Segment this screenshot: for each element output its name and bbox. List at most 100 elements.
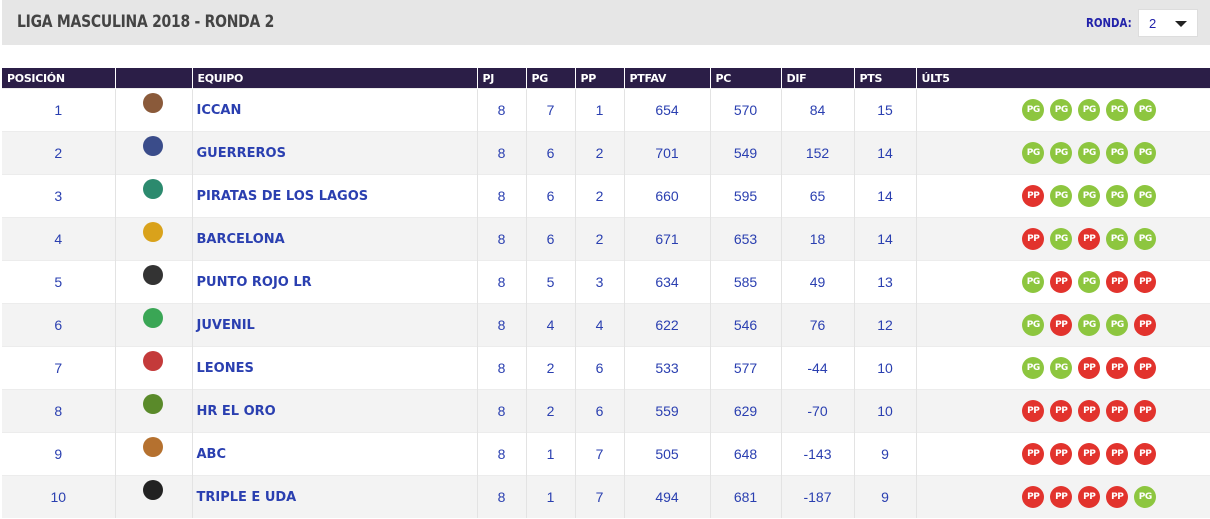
pj-cell: 8: [477, 217, 527, 261]
result-badge: PP: [1022, 400, 1045, 422]
team-logo-cell[interactable]: [115, 432, 193, 476]
result-badge: PP: [1078, 443, 1101, 465]
result-badge: PP: [1106, 400, 1129, 422]
team-name-link[interactable]: LEONES: [192, 346, 478, 390]
guerreros-logo-icon[interactable]: [142, 136, 163, 156]
page-title: LIGA MASCULINA 2018 - RONDA 2: [17, 12, 275, 32]
col-header-logo: [115, 68, 193, 89]
ptfav-cell: 505: [624, 432, 711, 476]
pp-cell: 2: [575, 217, 625, 261]
ronda-select[interactable]: 2: [1138, 9, 1198, 37]
piratas-logo-icon[interactable]: [142, 179, 163, 199]
team-name-link[interactable]: HR EL ORO: [192, 389, 478, 433]
team-name-link[interactable]: GUERREROS: [192, 131, 478, 175]
table-row[interactable]: 10 TRIPLE E UDA 8 1 7 494 681 -187 9 PP PP PP PP PG: [2, 475, 1210, 518]
pts-cell: 14: [854, 174, 917, 218]
pc-cell: 653: [710, 217, 782, 261]
result-badge: PP: [1078, 400, 1101, 422]
last5-badges: PP PP PP PP PP: [917, 443, 1210, 465]
result-badge: PG: [1106, 99, 1129, 121]
result-badge: PG: [1134, 99, 1157, 121]
col-header-posicion[interactable]: POSICIÓN: [2, 68, 116, 89]
pc-cell: 549: [710, 131, 782, 175]
table-row[interactable]: 9 ABC 8 1 7 505 648 -143 9 PP PP PP PP PP: [2, 432, 1210, 476]
result-badge: PP: [1106, 271, 1129, 293]
col-header-ult5[interactable]: ÚLT5: [916, 68, 1210, 89]
team-name-link[interactable]: ICCAN: [192, 88, 478, 132]
pj-cell: 8: [477, 303, 527, 347]
pts-cell: 15: [854, 88, 917, 132]
result-badge: PG: [1050, 357, 1073, 379]
col-header-pp[interactable]: PP: [575, 68, 625, 89]
team-logo-cell[interactable]: [115, 389, 193, 433]
col-header-pj[interactable]: PJ: [477, 68, 527, 89]
table-row[interactable]: 7 LEONES 8 2 6 533 577 -44 10 PG PG PP PP PP: [2, 346, 1210, 390]
pc-cell: 585: [710, 260, 782, 304]
triple-e-logo-icon[interactable]: [142, 480, 163, 500]
table-row[interactable]: 6 JUVENIL 8 4 4 622 546 76 12 PG PP PG PG PP: [2, 303, 1210, 347]
last5-badges: PG PG PG PG PG: [917, 99, 1210, 121]
iccan-logo-icon[interactable]: [142, 93, 163, 113]
pp-cell: 2: [575, 174, 625, 218]
col-header-pg[interactable]: PG: [526, 68, 576, 89]
result-badge: PG: [1022, 314, 1045, 336]
ronda-select-value: 2: [1149, 16, 1157, 31]
col-header-equipo[interactable]: EQUIPO: [192, 68, 478, 89]
pp-cell: 6: [575, 389, 625, 433]
result-badge: PG: [1078, 185, 1101, 207]
ptfav-cell: 494: [624, 475, 711, 518]
table-row[interactable]: 4 BARCELONA 8 6 2 671 653 18 14 PP PG PP PG PG: [2, 217, 1210, 261]
col-header-pc[interactable]: PC: [710, 68, 782, 89]
col-header-dif[interactable]: DIF: [781, 68, 855, 89]
team-logo-cell[interactable]: [115, 217, 193, 261]
pj-cell: 8: [477, 432, 527, 476]
team-logo-cell[interactable]: [115, 260, 193, 304]
juvenil-logo-icon[interactable]: [142, 308, 163, 328]
table-row[interactable]: 2 GUERREROS 8 6 2 701 549 152 14 PG PG PG PG PG: [2, 131, 1210, 175]
last5-badges: PP PG PG PG PG: [917, 185, 1210, 207]
position-cell: 10: [2, 475, 116, 518]
result-badge: PG: [1078, 271, 1101, 293]
team-name-link[interactable]: PUNTO ROJO LR: [192, 260, 478, 304]
team-logo-cell[interactable]: [115, 475, 193, 518]
result-badge: PG: [1022, 271, 1045, 293]
leones-logo-icon[interactable]: [142, 351, 163, 371]
pg-cell: 2: [526, 346, 576, 390]
result-badge: PP: [1134, 357, 1157, 379]
team-name-link[interactable]: TRIPLE E UDA: [192, 475, 478, 518]
pc-cell: 570: [710, 88, 782, 132]
team-logo-cell[interactable]: [115, 131, 193, 175]
result-badge: PG: [1022, 99, 1045, 121]
table-row[interactable]: 8 HR EL ORO 8 2 6 559 629 -70 10 PP PP PP PP PP: [2, 389, 1210, 433]
team-logo-cell[interactable]: [115, 88, 193, 132]
hr-el-oro-logo-icon[interactable]: [142, 394, 163, 414]
result-badge: PG: [1050, 99, 1073, 121]
ptfav-cell: 533: [624, 346, 711, 390]
table-row[interactable]: 1 ICCAN 8 7 1 654 570 84 15 PG PG PG PG PG: [2, 88, 1210, 132]
result-badge: PP: [1050, 443, 1073, 465]
abc-logo-icon[interactable]: [142, 437, 163, 457]
result-badge: PP: [1078, 357, 1101, 379]
barcelona-logo-icon[interactable]: [142, 222, 163, 242]
result-badge: PP: [1050, 486, 1073, 508]
pp-cell: 4: [575, 303, 625, 347]
pts-cell: 12: [854, 303, 917, 347]
team-logo-cell[interactable]: [115, 303, 193, 347]
pp-cell: 6: [575, 346, 625, 390]
ptfav-cell: 634: [624, 260, 711, 304]
col-header-pts[interactable]: PTS: [854, 68, 917, 89]
col-header-ptfav[interactable]: PTFAV: [624, 68, 711, 89]
table-row[interactable]: 3 PIRATAS DE LOS LAGOS 8 6 2 660 595 65 14 PP PG PG…: [2, 174, 1210, 218]
ptfav-cell: 671: [624, 217, 711, 261]
result-badge: PG: [1106, 314, 1129, 336]
team-logo-cell[interactable]: [115, 174, 193, 218]
dif-cell: 65: [781, 174, 855, 218]
table-row[interactable]: 5 PUNTO ROJO LR 8 5 3 634 585 49 13 PG PP PG PP PP: [2, 260, 1210, 304]
pg-cell: 4: [526, 303, 576, 347]
team-logo-cell[interactable]: [115, 346, 193, 390]
team-name-link[interactable]: ABC: [192, 432, 478, 476]
team-name-link[interactable]: PIRATAS DE LOS LAGOS: [192, 174, 478, 218]
punto-rojo-logo-icon[interactable]: [142, 265, 163, 285]
team-name-link[interactable]: BARCELONA: [192, 217, 478, 261]
team-name-link[interactable]: JUVENIL: [192, 303, 478, 347]
